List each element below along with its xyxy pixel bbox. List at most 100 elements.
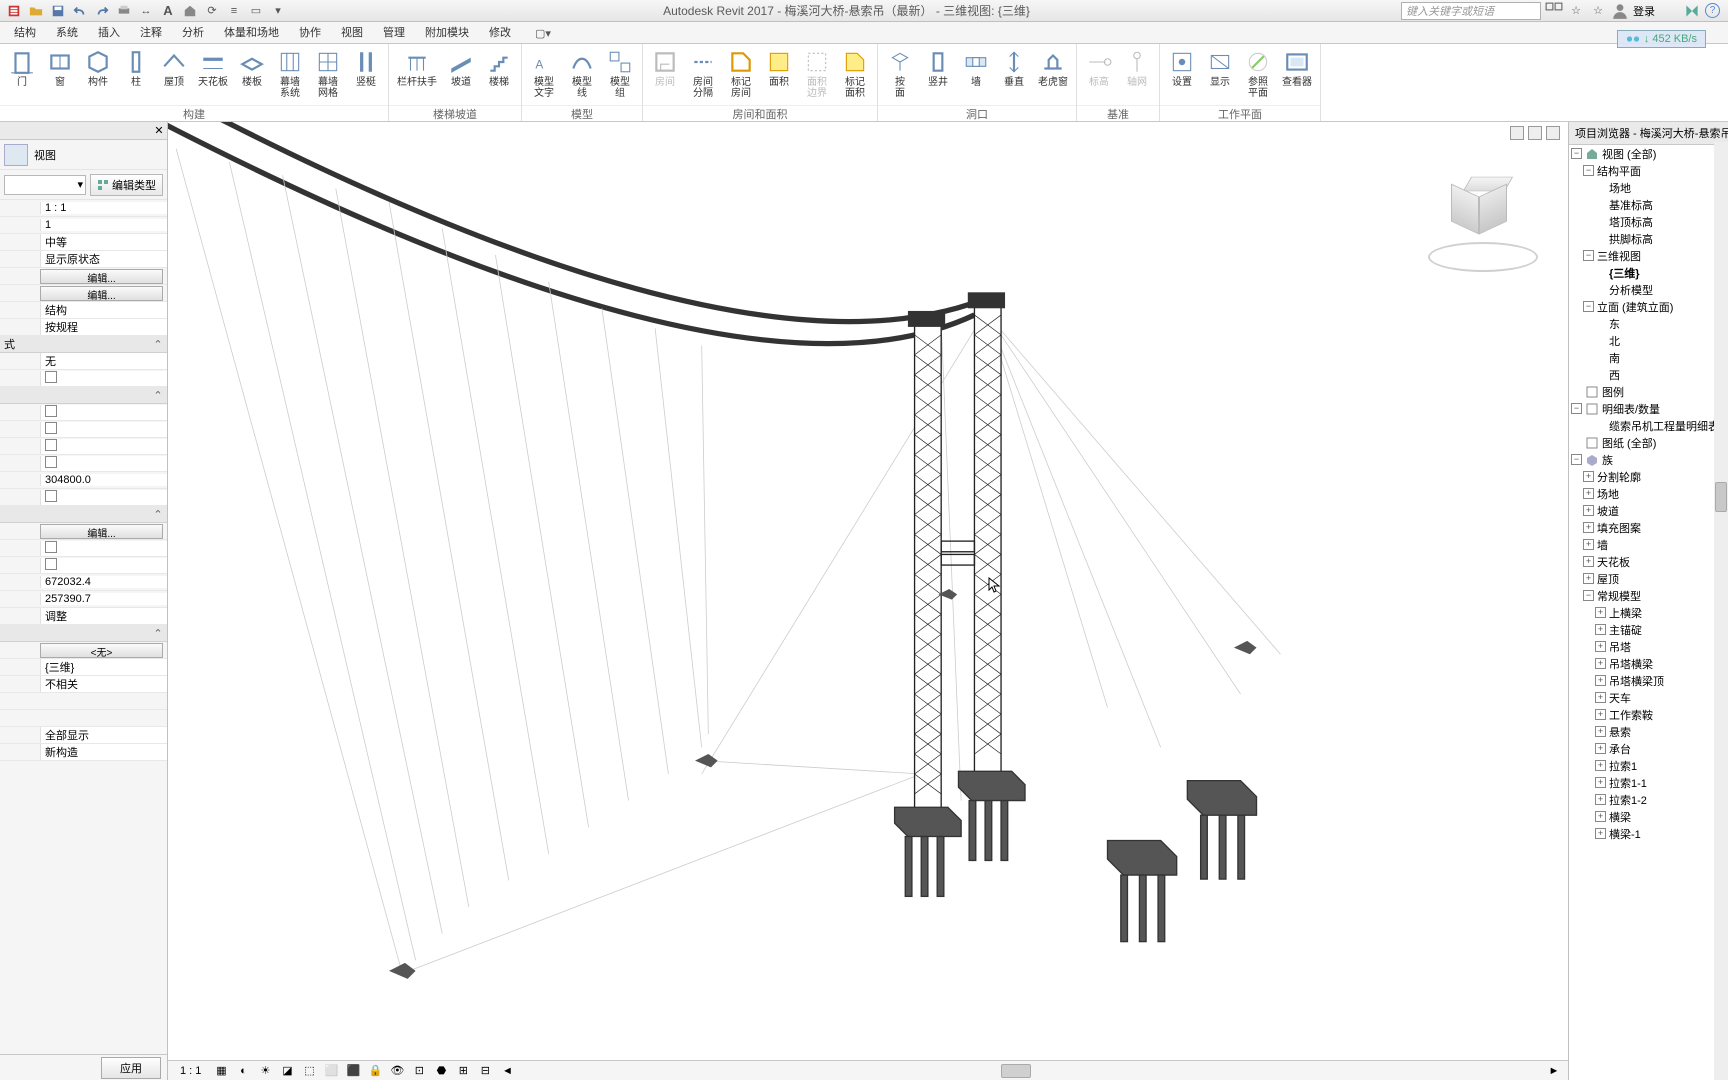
component-button[interactable]: 构件 bbox=[80, 46, 116, 90]
window-button[interactable]: 窗 bbox=[42, 46, 78, 90]
curtain-system-button[interactable]: 幕墙 系统 bbox=[272, 46, 308, 101]
tree-toggle-icon[interactable]: + bbox=[1583, 488, 1594, 499]
tab-结构[interactable]: 结构 bbox=[4, 21, 46, 43]
tag-room-button[interactable]: 标记 房间 bbox=[723, 46, 759, 101]
prop-checkbox[interactable] bbox=[40, 558, 167, 573]
prop-edit-button[interactable]: 编辑... bbox=[40, 269, 163, 284]
tree-toggle-icon[interactable]: + bbox=[1583, 522, 1594, 533]
lock-3d-icon[interactable]: 🔒 bbox=[367, 1063, 383, 1079]
stair-button[interactable]: 楼梯 bbox=[481, 46, 517, 90]
tree-node[interactable]: +场地 bbox=[1569, 485, 1728, 502]
tag-area-button[interactable]: 标记 面积 bbox=[837, 46, 873, 101]
tree-node[interactable]: +天花板 bbox=[1569, 553, 1728, 570]
tree-node[interactable]: +吊塔横梁 bbox=[1569, 655, 1728, 672]
nav-left-icon[interactable]: ◄ bbox=[499, 1063, 515, 1079]
tree-toggle-icon[interactable]: − bbox=[1583, 165, 1594, 176]
tree-node[interactable]: 东 bbox=[1569, 315, 1728, 332]
tree-node[interactable]: −结构平面 bbox=[1569, 162, 1728, 179]
tree-node[interactable]: +分割轮廓 bbox=[1569, 468, 1728, 485]
sun-path-icon[interactable]: ☀ bbox=[257, 1063, 273, 1079]
prop-value[interactable]: 672032.4 bbox=[40, 576, 167, 588]
tab-系统[interactable]: 系统 bbox=[46, 21, 88, 43]
view-scrollbar[interactable] bbox=[527, 1064, 1534, 1078]
tab-分析[interactable]: 分析 bbox=[172, 21, 214, 43]
tree-node[interactable]: +吊塔横梁顶 bbox=[1569, 672, 1728, 689]
shadows-icon[interactable]: ◪ bbox=[279, 1063, 295, 1079]
tree-node[interactable]: 北 bbox=[1569, 332, 1728, 349]
shaft-button[interactable]: 竖井 bbox=[920, 46, 956, 90]
tree-toggle-icon[interactable]: + bbox=[1583, 539, 1594, 550]
tree-node[interactable]: −视图 (全部) bbox=[1569, 145, 1728, 162]
infocenter-search-icon[interactable] bbox=[1545, 2, 1563, 20]
subscription-icon[interactable]: ☆ bbox=[1567, 2, 1585, 20]
tree-toggle-icon[interactable]: + bbox=[1595, 828, 1606, 839]
visual-style-icon[interactable]: ◐ bbox=[235, 1063, 251, 1079]
show-button[interactable]: 显示 bbox=[1202, 46, 1238, 90]
prop-value[interactable]: 结构 bbox=[40, 302, 167, 318]
crop-visible-icon[interactable]: ⬛ bbox=[345, 1063, 361, 1079]
tree-node[interactable]: 分析模型 bbox=[1569, 281, 1728, 298]
tree-toggle-icon[interactable]: − bbox=[1571, 403, 1582, 414]
dormer-button[interactable]: 老虎窗 bbox=[1034, 46, 1072, 90]
user-icon[interactable] bbox=[1611, 2, 1629, 20]
search-input[interactable]: 键入关键字或短语 bbox=[1401, 2, 1541, 20]
prop-value[interactable]: 无 bbox=[40, 353, 167, 369]
tab-视图[interactable]: 视图 bbox=[331, 21, 373, 43]
prop-value[interactable]: 1 : 1 bbox=[40, 202, 167, 214]
prop-checkbox[interactable] bbox=[40, 371, 167, 386]
close-hidden-icon[interactable]: ▭ bbox=[246, 2, 266, 20]
tree-node[interactable]: 场地 bbox=[1569, 179, 1728, 196]
tree-toggle-icon[interactable]: − bbox=[1583, 590, 1594, 601]
nav-right-icon[interactable]: ► bbox=[1546, 1063, 1562, 1079]
tree-toggle-icon[interactable]: + bbox=[1595, 811, 1606, 822]
reveal-hidden-icon[interactable]: ⊡ bbox=[411, 1063, 427, 1079]
model-text-button[interactable]: A模型 文字 bbox=[526, 46, 562, 101]
open-icon[interactable] bbox=[26, 2, 46, 20]
tree-node[interactable]: +工作索鞍 bbox=[1569, 706, 1728, 723]
tree-toggle-icon[interactable]: + bbox=[1595, 675, 1606, 686]
prop-value[interactable]: 按规程 bbox=[40, 319, 167, 335]
door-button[interactable]: 门 bbox=[4, 46, 40, 90]
edit-type-button[interactable]: 编辑类型 bbox=[90, 174, 163, 196]
tree-node[interactable]: 基准标高 bbox=[1569, 196, 1728, 213]
tree-toggle-icon[interactable]: + bbox=[1595, 658, 1606, 669]
undo-icon[interactable] bbox=[70, 2, 90, 20]
tree-node[interactable]: +墙 bbox=[1569, 536, 1728, 553]
favorites-icon[interactable]: ☆ bbox=[1589, 2, 1607, 20]
tree-toggle-icon[interactable]: + bbox=[1595, 641, 1606, 652]
tab-协作[interactable]: 协作 bbox=[289, 21, 331, 43]
railing-button[interactable]: 栏杆扶手 bbox=[393, 46, 441, 90]
tree-node[interactable]: +悬索 bbox=[1569, 723, 1728, 740]
tree-toggle-icon[interactable]: + bbox=[1583, 573, 1594, 584]
print-icon[interactable] bbox=[114, 2, 134, 20]
prop-value[interactable]: 中等 bbox=[40, 234, 167, 250]
vertical-button[interactable]: 垂直 bbox=[996, 46, 1032, 90]
by-face-button[interactable]: 按 面 bbox=[882, 46, 918, 101]
tree-node[interactable]: +拉索1-1 bbox=[1569, 774, 1728, 791]
area-button[interactable]: 面积 bbox=[761, 46, 797, 90]
prop-value[interactable]: 全部显示 bbox=[40, 727, 167, 743]
rendering-icon[interactable]: ⬚ bbox=[301, 1063, 317, 1079]
tree-node[interactable]: 图例 bbox=[1569, 383, 1728, 400]
tree-node[interactable]: +坡道 bbox=[1569, 502, 1728, 519]
room-sep-button[interactable]: 房间 分隔 bbox=[685, 46, 721, 101]
floor-button[interactable]: 楼板 bbox=[234, 46, 270, 90]
apply-button[interactable]: 应用 bbox=[101, 1057, 161, 1079]
analytical-icon[interactable]: ⊞ bbox=[455, 1063, 471, 1079]
model-group-button[interactable]: 模型 组 bbox=[602, 46, 638, 101]
tree-toggle-icon[interactable]: + bbox=[1595, 760, 1606, 771]
tree-node[interactable]: {三维} bbox=[1569, 264, 1728, 281]
scale-label[interactable]: 1 : 1 bbox=[174, 1065, 207, 1077]
prop-value[interactable]: 新构造 bbox=[40, 744, 167, 760]
constraints-icon[interactable]: ⊟ bbox=[477, 1063, 493, 1079]
tree-node[interactable]: +吊塔 bbox=[1569, 638, 1728, 655]
prop-value[interactable]: 304800.0 bbox=[40, 474, 167, 486]
tree-node[interactable]: −常规模型 bbox=[1569, 587, 1728, 604]
prop-edit-button[interactable]: 编辑... bbox=[40, 524, 163, 539]
prop-checkbox[interactable] bbox=[40, 490, 167, 505]
temp-hide-icon[interactable]: 👁 bbox=[389, 1063, 405, 1079]
model-line-button[interactable]: 模型 线 bbox=[564, 46, 600, 101]
prop-edit-button[interactable]: <无> bbox=[40, 643, 163, 658]
tree-node[interactable]: 缆索吊机工程量明细表 bbox=[1569, 417, 1728, 434]
close-icon[interactable]: ✕ bbox=[151, 123, 167, 139]
